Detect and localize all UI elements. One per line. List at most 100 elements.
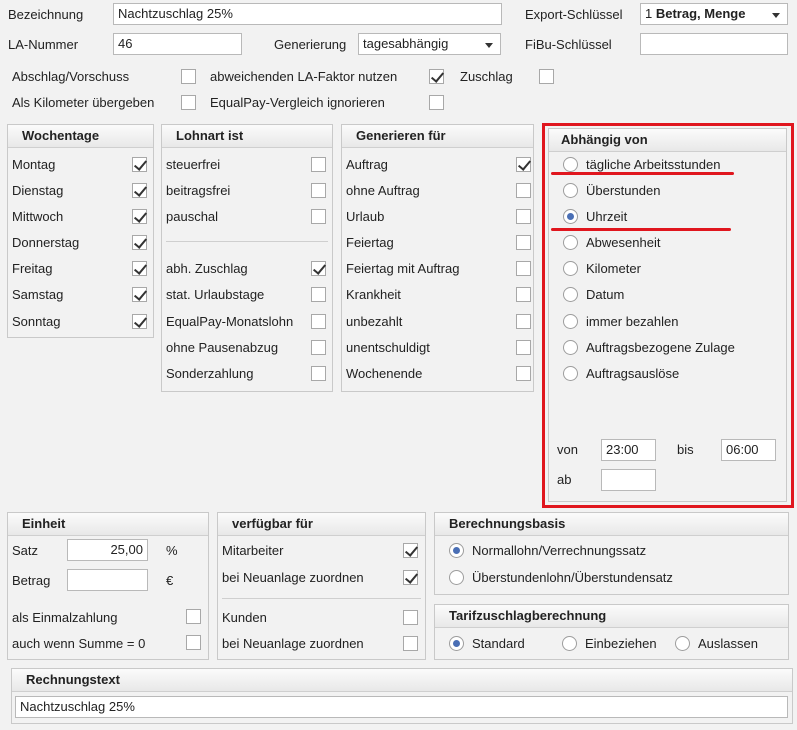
highlight-box [542,123,794,508]
generieren-item-checkbox[interactable] [516,235,531,250]
wochentage-item-checkbox[interactable] [132,314,148,329]
kilometer-checkbox[interactable] [181,95,196,110]
verfuegbar-title: verfügbar für [232,516,313,531]
checkmark-icon [133,261,148,275]
lohnart-item-checkbox[interactable] [311,209,326,224]
satz-input[interactable]: 25,00 [67,539,148,561]
generieren-item-label: Feiertag [346,235,394,250]
wochentage-item-label: Donnerstag [12,235,80,250]
wochentage-item-checkbox[interactable] [132,235,148,250]
abschlag-checkbox[interactable] [181,69,196,84]
generieren-item-label: ohne Auftrag [346,183,420,198]
highlight-underline-2 [551,228,731,231]
lohnart-item-checkbox[interactable] [311,314,326,329]
satz-unit: % [166,543,178,558]
lohnart-divider [166,241,328,242]
wochentage-item-checkbox[interactable] [132,287,148,302]
verfuegbar-item-checkbox[interactable] [403,636,418,651]
generieren-item-checkbox[interactable] [516,314,531,329]
generieren-item-checkbox[interactable] [516,261,531,276]
export-key-select[interactable]: 1 Betrag, Menge [640,3,788,25]
checkmark-icon [133,183,148,197]
verfuegbar-item-checkbox[interactable] [403,610,418,625]
lohnart-item-label: beitragsfrei [166,183,231,198]
tarif-title: Tarifzuschlagberechnung [449,608,607,623]
generierung-select[interactable]: tagesabhängig [358,33,501,55]
bezeichnung-input[interactable]: Nachtzuschlag 25% [113,3,502,25]
generieren-item-label: unentschuldigt [346,340,430,355]
lohnart-item-label: steuerfrei [166,157,221,172]
radio-selected-dot [453,547,460,554]
la-faktor-checkbox[interactable] [429,69,445,84]
wochentage-item-checkbox[interactable] [132,261,148,276]
fibu-key-label: FiBu-Schlüssel [525,37,612,52]
wochentage-item-label: Mittwoch [12,209,64,224]
wochentage-title: Wochentage [22,128,100,143]
wochentage-item-label: Montag [12,157,56,172]
checkmark-icon [404,570,419,584]
lohnart-item-checkbox[interactable] [311,261,327,276]
export-key-label: Export-Schlüssel [525,7,623,22]
checkmark-icon [133,287,148,301]
verfuegbar-item-label: Kunden [222,610,267,625]
tarif-option-label: Standard [472,636,525,651]
wochentage-item-checkbox[interactable] [132,183,148,198]
generierung-label: Generierung [274,37,347,52]
rechnungstext-input[interactable]: Nachtzuschlag 25% [15,696,788,718]
berechnung-radio[interactable] [449,570,464,585]
generieren-item-checkbox[interactable] [516,209,531,224]
radio-selected-dot [453,640,460,647]
tarif-radio[interactable] [562,636,577,651]
abschlag-label: Abschlag/Vorschuss [12,69,130,84]
summe-null-checkbox[interactable] [186,635,201,650]
einheit-title: Einheit [22,516,66,531]
berechnung-radio[interactable] [449,543,464,558]
betrag-unit: € [166,573,174,588]
einmalzahlung-checkbox[interactable] [186,609,201,624]
lohnart-title: Lohnart ist [176,128,244,143]
zuschlag-checkbox[interactable] [539,69,554,84]
lohnart-item-checkbox[interactable] [311,340,326,355]
berechnung-option-label: Überstundenlohn/Überstundensatz [472,570,673,585]
export-key-number: 1 [645,6,653,21]
betrag-input[interactable] [67,569,148,591]
verfuegbar-item-label: bei Neuanlage zuordnen [222,636,364,651]
wochentage-item-checkbox[interactable] [132,157,148,172]
la-number-input[interactable]: 46 [113,33,242,55]
generieren-item-checkbox[interactable] [516,183,531,198]
lohnart-item-checkbox[interactable] [311,366,326,381]
la-number-label: LA-Nummer [8,37,79,52]
checkmark-icon [133,314,148,328]
verfuegbar-item-checkbox[interactable] [403,570,419,585]
generieren-item-label: Krankheit [346,287,401,302]
lohnart-item-label: pauschal [166,209,219,224]
zuschlag-label: Zuschlag [460,69,513,84]
generieren-item-label: Urlaub [346,209,385,224]
satz-label: Satz [12,543,39,558]
generieren-item-checkbox[interactable] [516,366,531,381]
tarif-radio[interactable] [449,636,464,651]
lohnart-item-checkbox[interactable] [311,183,326,198]
verfuegbar-item-label: Mitarbeiter [222,543,284,558]
generieren-item-checkbox[interactable] [516,157,532,172]
generieren-item-label: unbezahlt [346,314,403,329]
equalpay-label: EqualPay-Vergleich ignorieren [210,95,385,110]
tarif-option-label: Einbeziehen [585,636,657,651]
checkmark-icon [517,157,532,171]
wochentage-item-label: Dienstag [12,183,64,198]
generieren-item-checkbox[interactable] [516,340,531,355]
fibu-key-input[interactable] [640,33,788,55]
lohnart-item-checkbox[interactable] [311,157,326,172]
equalpay-checkbox[interactable] [429,95,444,110]
lohnart-item-label: stat. Urlaubstage [166,287,265,302]
betrag-label: Betrag [12,573,51,588]
wochentage-item-checkbox[interactable] [132,209,148,224]
generieren-item-checkbox[interactable] [516,287,531,302]
bezeichnung-label: Bezeichnung [8,7,84,22]
generieren-title: Generieren für [356,128,446,143]
la-faktor-label: abweichenden LA-Faktor nutzen [210,69,398,84]
lohnart-item-checkbox[interactable] [311,287,326,302]
verfuegbar-item-checkbox[interactable] [403,543,419,558]
tarif-radio[interactable] [675,636,690,651]
lohnart-item-label: Sonderzahlung [166,366,254,381]
